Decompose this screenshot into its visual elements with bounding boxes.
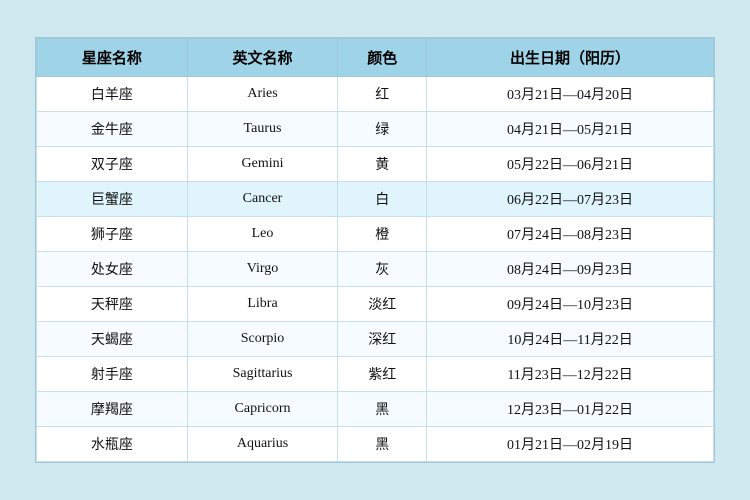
cell-color: 深红 [338,322,427,357]
table-row: 白羊座Aries红03月21日—04月20日 [37,77,714,112]
table-row: 摩羯座Capricorn黑12月23日—01月22日 [37,392,714,427]
cell-english-name: Taurus [187,112,338,147]
cell-date: 05月22日—06月21日 [427,147,714,182]
cell-english-name: Scorpio [187,322,338,357]
cell-english-name: Gemini [187,147,338,182]
cell-english-name: Aries [187,77,338,112]
cell-chinese-name: 天蝎座 [37,322,188,357]
zodiac-table-wrapper: 星座名称 英文名称 颜色 出生日期（阳历） 白羊座Aries红03月21日—04… [35,37,715,463]
cell-english-name: Libra [187,287,338,322]
cell-english-name: Sagittarius [187,357,338,392]
cell-chinese-name: 水瓶座 [37,427,188,462]
cell-english-name: Cancer [187,182,338,217]
cell-date: 11月23日—12月22日 [427,357,714,392]
cell-english-name: Leo [187,217,338,252]
header-color: 颜色 [338,39,427,77]
cell-chinese-name: 巨蟹座 [37,182,188,217]
zodiac-table: 星座名称 英文名称 颜色 出生日期（阳历） 白羊座Aries红03月21日—04… [36,38,714,462]
header-chinese-name: 星座名称 [37,39,188,77]
table-row: 双子座Gemini黄05月22日—06月21日 [37,147,714,182]
cell-color: 灰 [338,252,427,287]
table-row: 天秤座Libra淡红09月24日—10月23日 [37,287,714,322]
cell-chinese-name: 摩羯座 [37,392,188,427]
cell-chinese-name: 处女座 [37,252,188,287]
cell-color: 淡红 [338,287,427,322]
cell-chinese-name: 射手座 [37,357,188,392]
cell-date: 03月21日—04月20日 [427,77,714,112]
cell-date: 04月21日—05月21日 [427,112,714,147]
cell-chinese-name: 天秤座 [37,287,188,322]
cell-date: 08月24日—09月23日 [427,252,714,287]
cell-chinese-name: 狮子座 [37,217,188,252]
cell-color: 橙 [338,217,427,252]
cell-date: 12月23日—01月22日 [427,392,714,427]
cell-color: 白 [338,182,427,217]
cell-date: 06月22日—07月23日 [427,182,714,217]
cell-color: 黑 [338,392,427,427]
cell-color: 黑 [338,427,427,462]
cell-english-name: Virgo [187,252,338,287]
table-row: 射手座Sagittarius紫红11月23日—12月22日 [37,357,714,392]
cell-chinese-name: 双子座 [37,147,188,182]
table-body: 白羊座Aries红03月21日—04月20日金牛座Taurus绿04月21日—0… [37,77,714,462]
cell-english-name: Capricorn [187,392,338,427]
cell-color: 黄 [338,147,427,182]
cell-english-name: Aquarius [187,427,338,462]
table-row: 处女座Virgo灰08月24日—09月23日 [37,252,714,287]
cell-date: 10月24日—11月22日 [427,322,714,357]
header-date: 出生日期（阳历） [427,39,714,77]
cell-chinese-name: 白羊座 [37,77,188,112]
cell-color: 紫红 [338,357,427,392]
cell-date: 07月24日—08月23日 [427,217,714,252]
header-english-name: 英文名称 [187,39,338,77]
cell-date: 01月21日—02月19日 [427,427,714,462]
table-row: 天蝎座Scorpio深红10月24日—11月22日 [37,322,714,357]
cell-color: 红 [338,77,427,112]
table-row: 水瓶座Aquarius黑01月21日—02月19日 [37,427,714,462]
cell-chinese-name: 金牛座 [37,112,188,147]
table-header-row: 星座名称 英文名称 颜色 出生日期（阳历） [37,39,714,77]
cell-color: 绿 [338,112,427,147]
table-row: 金牛座Taurus绿04月21日—05月21日 [37,112,714,147]
cell-date: 09月24日—10月23日 [427,287,714,322]
table-row: 巨蟹座Cancer白06月22日—07月23日 [37,182,714,217]
table-row: 狮子座Leo橙07月24日—08月23日 [37,217,714,252]
